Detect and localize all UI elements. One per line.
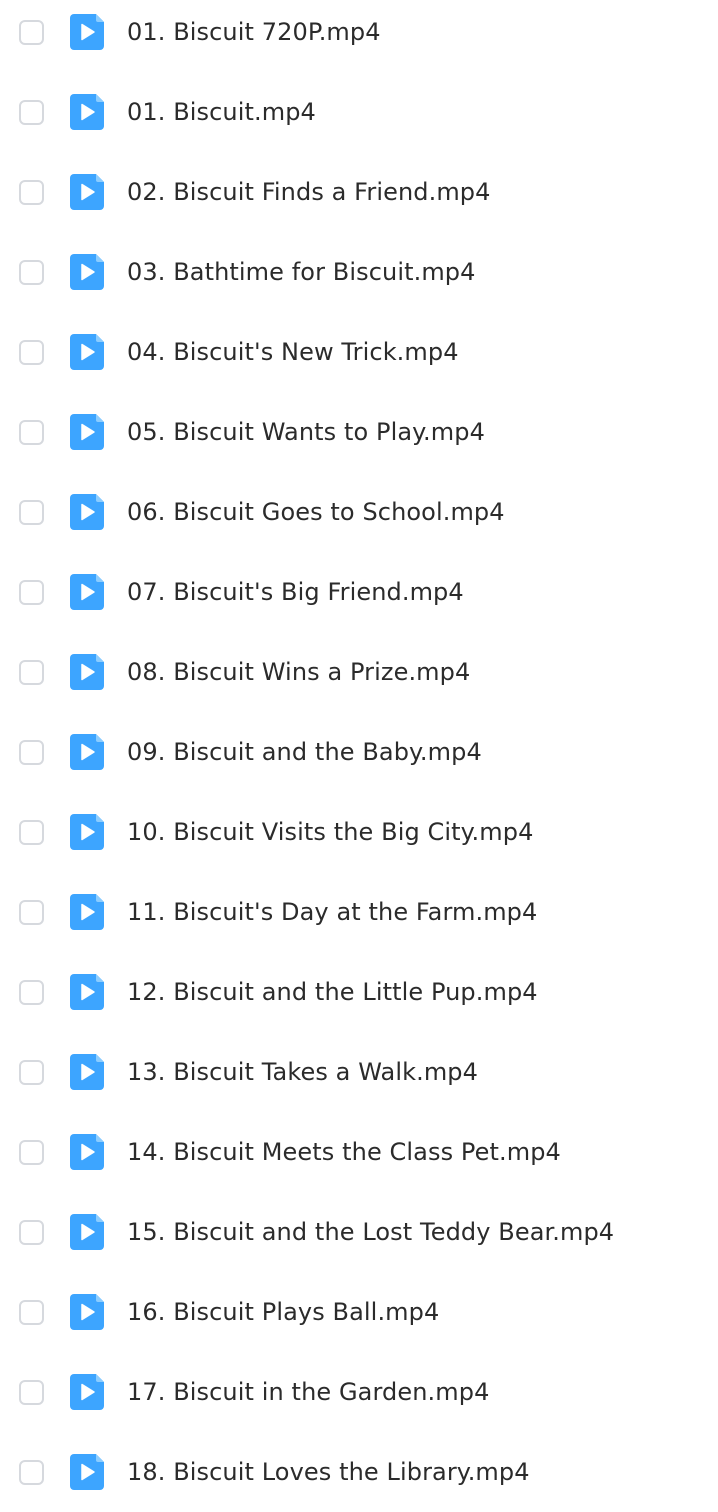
file-name[interactable]: 18. Biscuit Loves the Library.mp4: [127, 1458, 530, 1486]
file-row[interactable]: 18. Biscuit Loves the Library.mp4: [0, 1432, 718, 1512]
video-file-icon: [70, 414, 104, 450]
row-checkbox[interactable]: [19, 1379, 44, 1405]
video-file-icon: [70, 734, 104, 770]
row-checkbox[interactable]: [19, 1459, 44, 1485]
row-checkbox[interactable]: [19, 739, 44, 765]
row-checkbox[interactable]: [19, 899, 44, 925]
row-checkbox[interactable]: [19, 419, 44, 445]
file-name[interactable]: 13. Biscuit Takes a Walk.mp4: [127, 1058, 478, 1086]
file-name[interactable]: 16. Biscuit Plays Ball.mp4: [127, 1298, 439, 1326]
file-name[interactable]: 17. Biscuit in the Garden.mp4: [127, 1378, 489, 1406]
row-checkbox[interactable]: [19, 499, 44, 525]
file-row[interactable]: 01. Biscuit.mp4: [0, 72, 718, 152]
video-file-icon: [70, 334, 104, 370]
file-name[interactable]: 01. Biscuit 720P.mp4: [127, 18, 381, 46]
file-row[interactable]: 09. Biscuit and the Baby.mp4: [0, 712, 718, 792]
video-file-icon: [70, 494, 104, 530]
video-file-icon: [70, 94, 104, 130]
video-file-icon: [70, 894, 104, 930]
file-name[interactable]: 15. Biscuit and the Lost Teddy Bear.mp4: [127, 1218, 614, 1246]
row-checkbox[interactable]: [19, 259, 44, 285]
row-checkbox[interactable]: [19, 1059, 44, 1085]
file-row[interactable]: 07. Biscuit's Big Friend.mp4: [0, 552, 718, 632]
file-name[interactable]: 01. Biscuit.mp4: [127, 98, 316, 126]
file-name[interactable]: 11. Biscuit's Day at the Farm.mp4: [127, 898, 537, 926]
file-name[interactable]: 06. Biscuit Goes to School.mp4: [127, 498, 505, 526]
row-checkbox[interactable]: [19, 99, 44, 125]
file-row[interactable]: 05. Biscuit Wants to Play.mp4: [0, 392, 718, 472]
video-file-icon: [70, 1134, 104, 1170]
file-name[interactable]: 04. Biscuit's New Trick.mp4: [127, 338, 459, 366]
file-row[interactable]: 10. Biscuit Visits the Big City.mp4: [0, 792, 718, 872]
file-name[interactable]: 12. Biscuit and the Little Pup.mp4: [127, 978, 538, 1006]
video-file-icon: [70, 254, 104, 290]
video-file-icon: [70, 14, 104, 50]
video-file-icon: [70, 1214, 104, 1250]
video-file-icon: [70, 654, 104, 690]
file-row[interactable]: 04. Biscuit's New Trick.mp4: [0, 312, 718, 392]
file-row[interactable]: 12. Biscuit and the Little Pup.mp4: [0, 952, 718, 1032]
video-file-icon: [70, 1454, 104, 1490]
row-checkbox[interactable]: [19, 979, 44, 1005]
file-list: 01. Biscuit 720P.mp4 01. Biscuit.mp4 02.…: [0, 0, 718, 1490]
row-checkbox[interactable]: [19, 19, 44, 45]
video-file-icon: [70, 974, 104, 1010]
file-name[interactable]: 05. Biscuit Wants to Play.mp4: [127, 418, 485, 446]
video-file-icon: [70, 1294, 104, 1330]
row-checkbox[interactable]: [19, 659, 44, 685]
file-row[interactable]: 02. Biscuit Finds a Friend.mp4: [0, 152, 718, 232]
video-file-icon: [70, 1374, 104, 1410]
file-row[interactable]: 14. Biscuit Meets the Class Pet.mp4: [0, 1112, 718, 1192]
video-file-icon: [70, 1054, 104, 1090]
row-checkbox[interactable]: [19, 339, 44, 365]
file-row[interactable]: 03. Bathtime for Biscuit.mp4: [0, 232, 718, 312]
file-row[interactable]: 13. Biscuit Takes a Walk.mp4: [0, 1032, 718, 1112]
row-checkbox[interactable]: [19, 1139, 44, 1165]
file-name[interactable]: 03. Bathtime for Biscuit.mp4: [127, 258, 476, 286]
video-file-icon: [70, 174, 104, 210]
file-name[interactable]: 10. Biscuit Visits the Big City.mp4: [127, 818, 533, 846]
file-name[interactable]: 07. Biscuit's Big Friend.mp4: [127, 578, 464, 606]
file-row[interactable]: 01. Biscuit 720P.mp4: [0, 0, 718, 72]
file-row[interactable]: 17. Biscuit in the Garden.mp4: [0, 1352, 718, 1432]
file-row[interactable]: 16. Biscuit Plays Ball.mp4: [0, 1272, 718, 1352]
row-checkbox[interactable]: [19, 179, 44, 205]
row-checkbox[interactable]: [19, 579, 44, 605]
row-checkbox[interactable]: [19, 1219, 44, 1245]
video-file-icon: [70, 574, 104, 610]
row-checkbox[interactable]: [19, 819, 44, 845]
file-name[interactable]: 14. Biscuit Meets the Class Pet.mp4: [127, 1138, 561, 1166]
file-name[interactable]: 08. Biscuit Wins a Prize.mp4: [127, 658, 470, 686]
file-name[interactable]: 02. Biscuit Finds a Friend.mp4: [127, 178, 491, 206]
file-name[interactable]: 09. Biscuit and the Baby.mp4: [127, 738, 482, 766]
file-row[interactable]: 11. Biscuit's Day at the Farm.mp4: [0, 872, 718, 952]
row-checkbox[interactable]: [19, 1299, 44, 1325]
video-file-icon: [70, 814, 104, 850]
file-row[interactable]: 08. Biscuit Wins a Prize.mp4: [0, 632, 718, 712]
file-row[interactable]: 15. Biscuit and the Lost Teddy Bear.mp4: [0, 1192, 718, 1272]
file-row[interactable]: 06. Biscuit Goes to School.mp4: [0, 472, 718, 552]
